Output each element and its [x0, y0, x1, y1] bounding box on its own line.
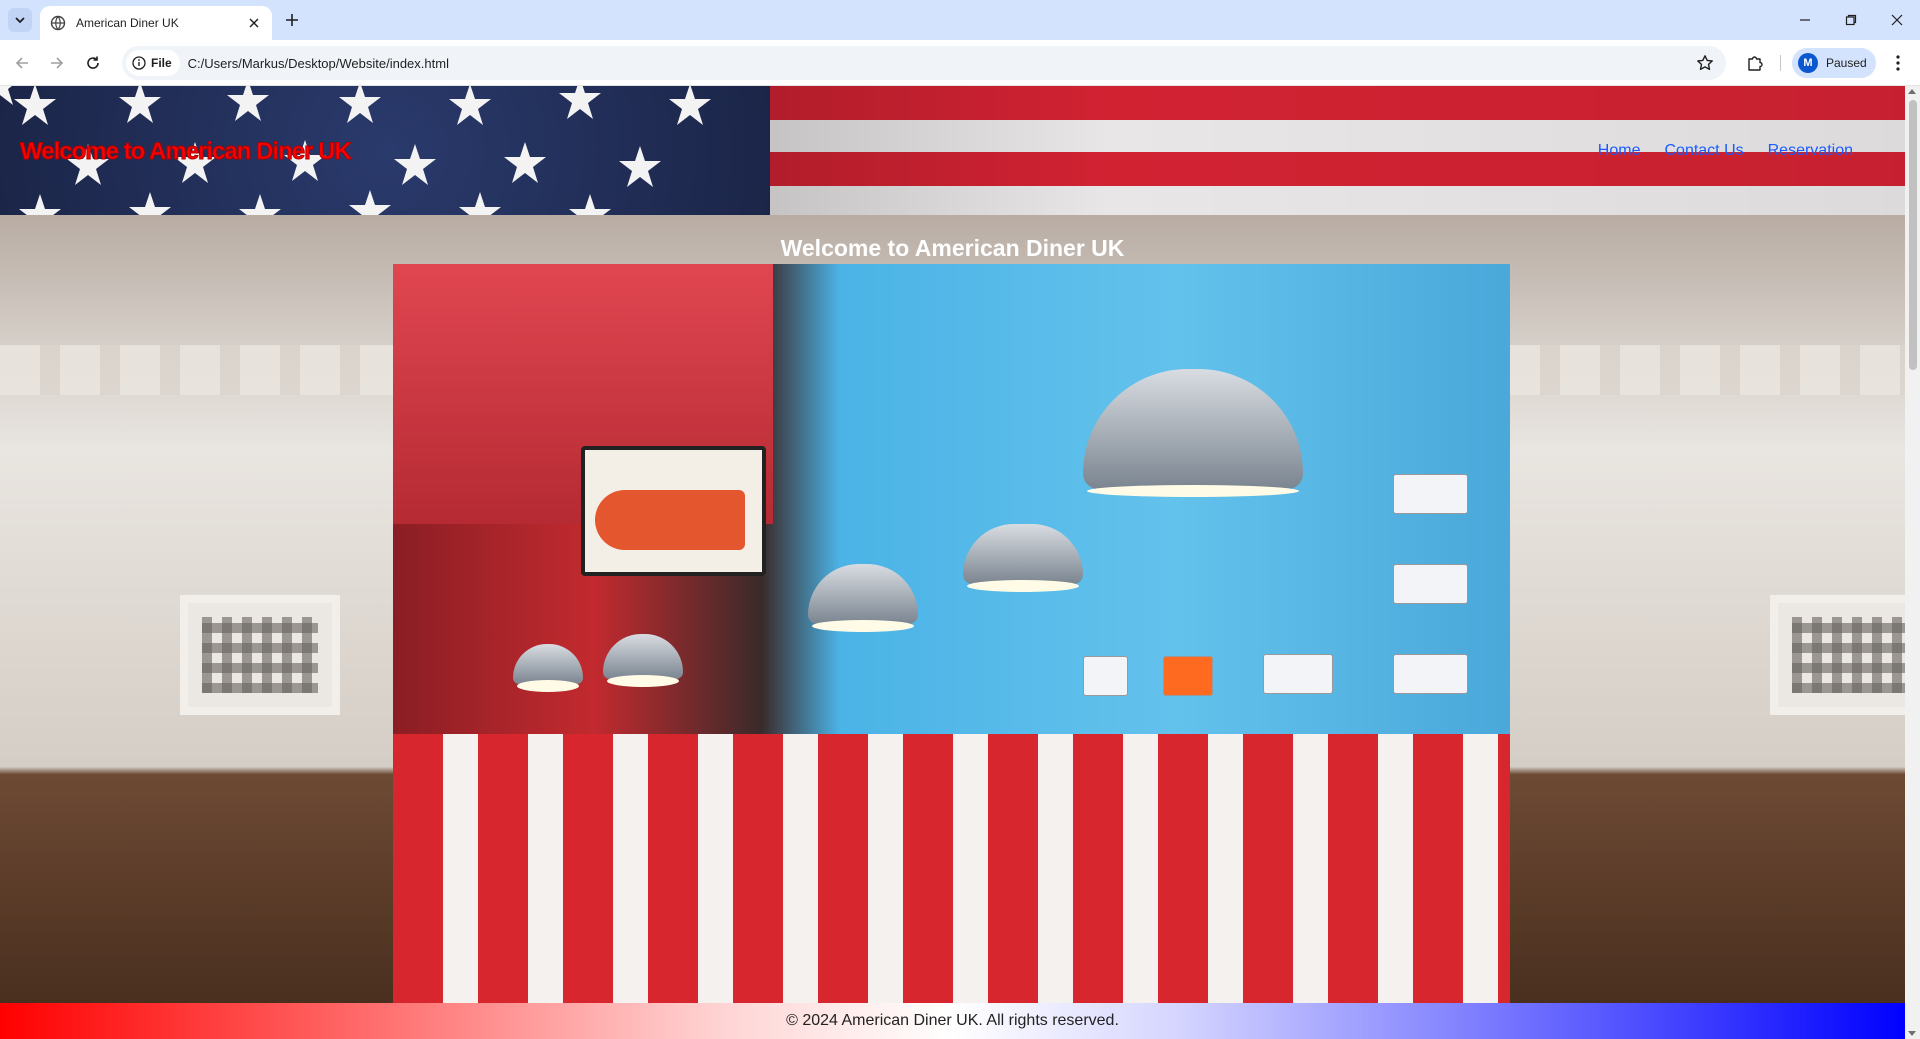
- footer-copyright: © 2024 American Diner UK. All rights res…: [786, 1012, 1119, 1029]
- wall-vent-left: [180, 595, 340, 715]
- slide-lamp: [1083, 369, 1303, 497]
- scroll-up-icon[interactable]: [1908, 89, 1916, 94]
- bookmark-star-icon[interactable]: [1696, 54, 1714, 72]
- carousel-slide-image: [393, 264, 1510, 1003]
- slide-lamp: [808, 564, 918, 632]
- tab-search-button[interactable]: [8, 8, 32, 32]
- hero-carousel: Welcome to American Diner UK ‹ ›: [0, 215, 1905, 1003]
- reload-button[interactable]: [81, 51, 105, 75]
- license-plate: [1263, 654, 1333, 694]
- license-plate: [1083, 656, 1128, 696]
- profile-status: Paused: [1826, 56, 1867, 70]
- extensions-button[interactable]: [1743, 51, 1767, 75]
- address-bar[interactable]: File C:/Users/Markus/Desktop/Website/ind…: [122, 46, 1726, 80]
- hero-title: Welcome to American Diner UK: [780, 235, 1125, 261]
- close-window-button[interactable]: [1874, 0, 1920, 40]
- slide-lamp: [513, 644, 583, 692]
- close-tab-icon[interactable]: [246, 15, 262, 31]
- minimize-icon: [1800, 19, 1810, 21]
- page-scrollbar[interactable]: [1905, 86, 1920, 1039]
- info-icon: [132, 56, 146, 70]
- wall-vent-right: [1770, 595, 1905, 715]
- browser-tab[interactable]: American Diner UK: [40, 6, 272, 40]
- scheme-label: File: [151, 56, 172, 70]
- nav-reservation[interactable]: Reservation: [1768, 142, 1853, 160]
- site-info-chip[interactable]: File: [126, 50, 180, 76]
- browser-menu-button[interactable]: [1886, 51, 1910, 75]
- puzzle-icon: [1748, 56, 1763, 71]
- slide-lamp: [603, 634, 683, 687]
- license-plate: [1393, 564, 1468, 604]
- nav-home[interactable]: Home: [1598, 142, 1641, 160]
- arrow-right-icon: [51, 57, 64, 69]
- slide-lamp: [963, 524, 1083, 592]
- slide-sign: [581, 446, 766, 576]
- scrollbar-thumb[interactable]: [1909, 100, 1917, 370]
- restore-icon: [1845, 14, 1857, 26]
- globe-icon: [50, 15, 66, 31]
- site-footer: © 2024 American Diner UK. All rights res…: [0, 1003, 1905, 1039]
- browser-tab-strip: American Diner UK: [0, 0, 1920, 40]
- arrow-left-icon: [15, 57, 28, 69]
- page-viewport: Welcome to American Diner UK Home Contac…: [0, 86, 1920, 1039]
- avatar: M: [1798, 53, 1818, 73]
- tab-title: American Diner UK: [76, 16, 179, 30]
- plus-icon: [286, 14, 298, 26]
- license-plate: [1393, 654, 1468, 694]
- back-button[interactable]: [10, 51, 34, 75]
- forward-button[interactable]: [45, 51, 69, 75]
- main-nav: Home Contact Us Reservation: [1598, 142, 1853, 160]
- chevron-down-icon: [15, 17, 25, 24]
- new-tab-button[interactable]: [282, 10, 302, 30]
- toolbar-divider: [1780, 55, 1781, 71]
- close-icon: [1891, 14, 1903, 26]
- license-plate: [1163, 656, 1213, 696]
- restore-button[interactable]: [1828, 0, 1874, 40]
- license-plate: [1393, 474, 1468, 514]
- site-title: Welcome to American Diner UK: [20, 138, 353, 166]
- web-page: Welcome to American Diner UK Home Contac…: [0, 86, 1905, 1039]
- url-text[interactable]: C:/Users/Markus/Desktop/Website/index.ht…: [188, 56, 449, 71]
- reload-icon: [87, 56, 99, 69]
- site-header: Welcome to American Diner UK Home Contac…: [0, 86, 1905, 215]
- minimize-button[interactable]: [1782, 0, 1828, 40]
- kebab-menu-icon: [1896, 55, 1900, 71]
- slide-booths: [393, 734, 1510, 1003]
- nav-contact-us[interactable]: Contact Us: [1664, 142, 1743, 160]
- scroll-down-icon[interactable]: [1908, 1031, 1916, 1036]
- browser-toolbar: File C:/Users/Markus/Desktop/Website/ind…: [0, 40, 1920, 86]
- profile-button[interactable]: M Paused: [1792, 48, 1876, 78]
